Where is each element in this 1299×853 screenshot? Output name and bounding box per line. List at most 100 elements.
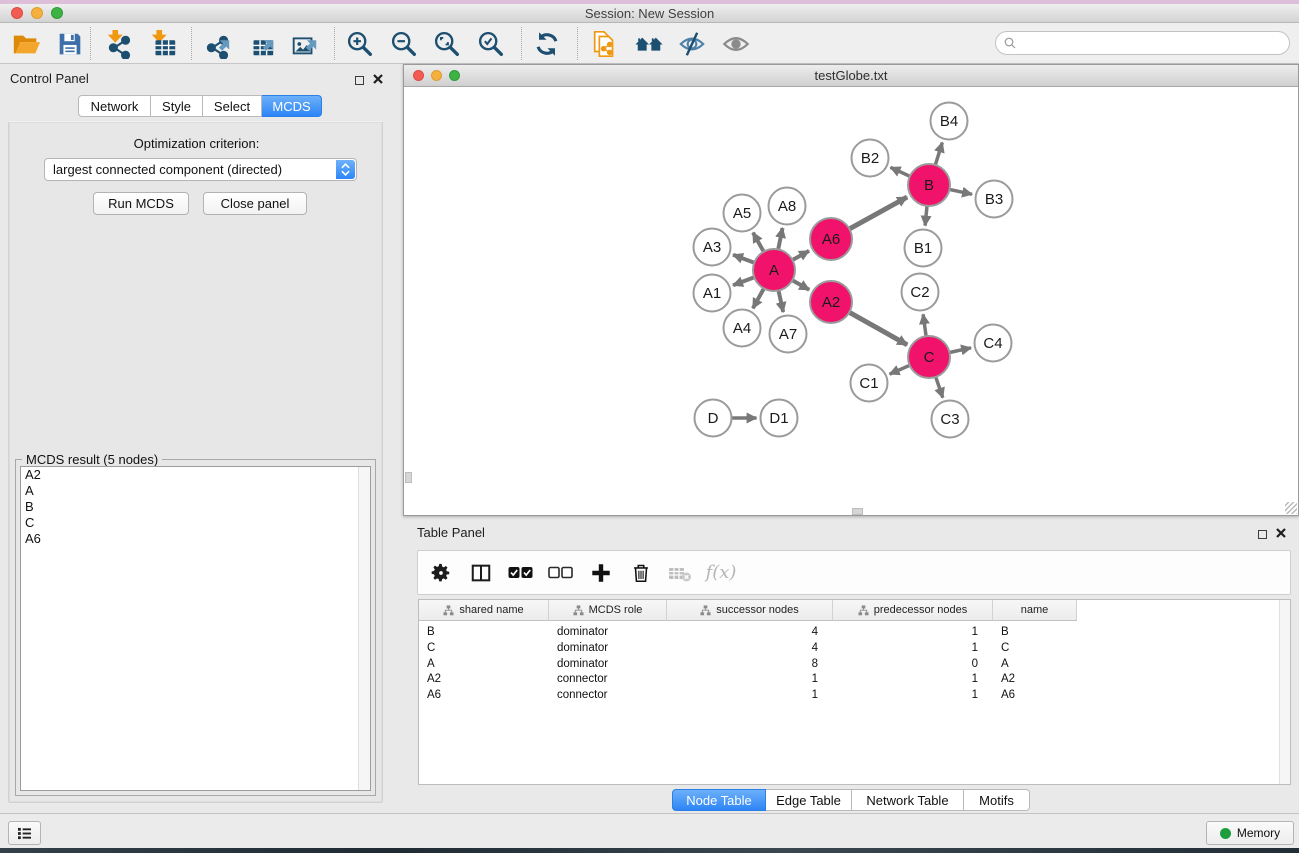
- node-C1[interactable]: C1: [851, 365, 888, 402]
- edge-A-A5[interactable]: [753, 233, 764, 252]
- cell[interactable]: A2: [993, 671, 1077, 687]
- table-row[interactable]: A6connector11A6: [419, 687, 1077, 703]
- search-input[interactable]: [1018, 34, 1289, 52]
- cell[interactable]: dominator: [549, 640, 667, 656]
- edge-A-A3[interactable]: [733, 255, 754, 263]
- edge-A-A7[interactable]: [779, 291, 784, 313]
- tab-node-table[interactable]: Node Table: [672, 789, 766, 811]
- network-window-titlebar[interactable]: testGlobe.txt: [404, 65, 1298, 87]
- edge-A-A8[interactable]: [778, 228, 782, 249]
- table-row[interactable]: Adominator80A: [419, 656, 1077, 672]
- mcds-result-list[interactable]: A2ABCA6: [20, 466, 371, 791]
- tab-network-table[interactable]: Network Table: [852, 789, 964, 811]
- edge-C-C2[interactable]: [923, 314, 926, 336]
- edge-A-A4[interactable]: [753, 288, 764, 308]
- hide-panel-icon[interactable]: [676, 28, 708, 60]
- new-session-from-network-icon[interactable]: [589, 28, 621, 60]
- close-panel-icon[interactable]: [373, 71, 383, 89]
- delete-column-icon[interactable]: [628, 560, 654, 586]
- edge-B-B3[interactable]: [950, 189, 973, 194]
- result-scrollbar[interactable]: [358, 467, 370, 790]
- node-A2[interactable]: A2: [810, 281, 852, 323]
- columns-icon[interactable]: [468, 560, 494, 586]
- open-file-icon[interactable]: [10, 28, 42, 60]
- cell[interactable]: connector: [549, 687, 667, 703]
- edge-A-A2[interactable]: [792, 280, 809, 290]
- cell[interactable]: B: [993, 624, 1077, 640]
- cell[interactable]: 1: [833, 640, 993, 656]
- cell[interactable]: 0: [833, 656, 993, 672]
- tab-motifs[interactable]: Motifs: [964, 789, 1030, 811]
- unselect-all-icon[interactable]: [548, 560, 574, 586]
- node-C2[interactable]: C2: [902, 274, 939, 311]
- cell[interactable]: 1: [667, 687, 833, 703]
- refresh-layout-icon[interactable]: [531, 28, 563, 60]
- tab-style[interactable]: Style: [151, 95, 203, 117]
- cell[interactable]: A2: [419, 671, 549, 687]
- edge-B-B2[interactable]: [891, 167, 910, 176]
- node-A8[interactable]: A8: [769, 188, 806, 225]
- node-A[interactable]: A: [753, 249, 795, 291]
- cell[interactable]: C: [993, 640, 1077, 656]
- edge-A2-C[interactable]: [849, 312, 907, 345]
- criterion-dropdown[interactable]: largest connected component (directed): [44, 158, 357, 181]
- zoom-selected-icon[interactable]: [475, 28, 507, 60]
- tab-select[interactable]: Select: [203, 95, 262, 117]
- close-table-panel-icon[interactable]: [1276, 525, 1286, 543]
- select-all-icon[interactable]: [508, 560, 534, 586]
- edge-C-C3[interactable]: [936, 377, 943, 398]
- edge-A-A1[interactable]: [733, 277, 754, 285]
- table-scrollbar[interactable]: [1279, 600, 1290, 784]
- column-header[interactable]: name: [993, 600, 1077, 621]
- tab-mcds[interactable]: MCDS: [262, 95, 322, 117]
- cell[interactable]: 1: [833, 624, 993, 640]
- node-D[interactable]: D: [695, 400, 732, 437]
- column-header[interactable]: shared name: [419, 600, 549, 621]
- node-B1[interactable]: B1: [905, 230, 942, 267]
- run-mcds-button[interactable]: Run MCDS: [93, 192, 189, 215]
- cell[interactable]: A6: [993, 687, 1077, 703]
- memory-button[interactable]: Memory: [1206, 821, 1294, 845]
- edge-A-A6[interactable]: [792, 251, 809, 260]
- gear-icon[interactable]: [428, 560, 454, 586]
- node-A6[interactable]: A6: [810, 218, 852, 260]
- table-row[interactable]: Bdominator41B: [419, 624, 1077, 640]
- cell[interactable]: 4: [667, 624, 833, 640]
- resize-grip-icon[interactable]: [1285, 502, 1297, 514]
- network-graph-canvas[interactable]: B4B2BB3B1A5A8A6A3AA1C2A2A4A7CC4C1C3DD1: [405, 88, 1297, 515]
- node-B3[interactable]: B3: [976, 181, 1013, 218]
- home-networks-icon[interactable]: [633, 28, 665, 60]
- import-network-icon[interactable]: [103, 28, 135, 60]
- cell[interactable]: 1: [833, 671, 993, 687]
- node-C3[interactable]: C3: [932, 401, 969, 438]
- float-panel-icon[interactable]: [355, 76, 364, 85]
- tab-edge-table[interactable]: Edge Table: [766, 789, 852, 811]
- column-header[interactable]: successor nodes: [667, 600, 833, 621]
- export-image-icon[interactable]: [288, 28, 320, 60]
- result-item[interactable]: A: [21, 483, 370, 499]
- export-network-icon[interactable]: [201, 28, 233, 60]
- node-A5[interactable]: A5: [724, 195, 761, 232]
- edge-C-C4[interactable]: [950, 348, 972, 353]
- import-table-icon[interactable]: [147, 28, 179, 60]
- cell[interactable]: 1: [667, 671, 833, 687]
- v-scroll-thumb[interactable]: [405, 472, 412, 483]
- result-item[interactable]: C: [21, 515, 370, 531]
- node-table[interactable]: shared nameMCDS rolesuccessor nodesprede…: [418, 599, 1291, 785]
- node-A3[interactable]: A3: [694, 229, 731, 266]
- node-C[interactable]: C: [908, 336, 950, 378]
- cell[interactable]: A: [419, 656, 549, 672]
- edge-B-B1[interactable]: [925, 206, 927, 226]
- cell[interactable]: dominator: [549, 624, 667, 640]
- node-B4[interactable]: B4: [931, 103, 968, 140]
- cell[interactable]: 1: [833, 687, 993, 703]
- float-table-panel-icon[interactable]: [1258, 530, 1267, 539]
- column-header[interactable]: predecessor nodes: [833, 600, 993, 621]
- result-item[interactable]: A6: [21, 531, 370, 547]
- node-B[interactable]: B: [908, 164, 950, 206]
- close-panel-button[interactable]: Close panel: [203, 192, 307, 215]
- node-A7[interactable]: A7: [770, 316, 807, 353]
- save-session-icon[interactable]: [54, 28, 86, 60]
- node-D1[interactable]: D1: [761, 400, 798, 437]
- cell[interactable]: C: [419, 640, 549, 656]
